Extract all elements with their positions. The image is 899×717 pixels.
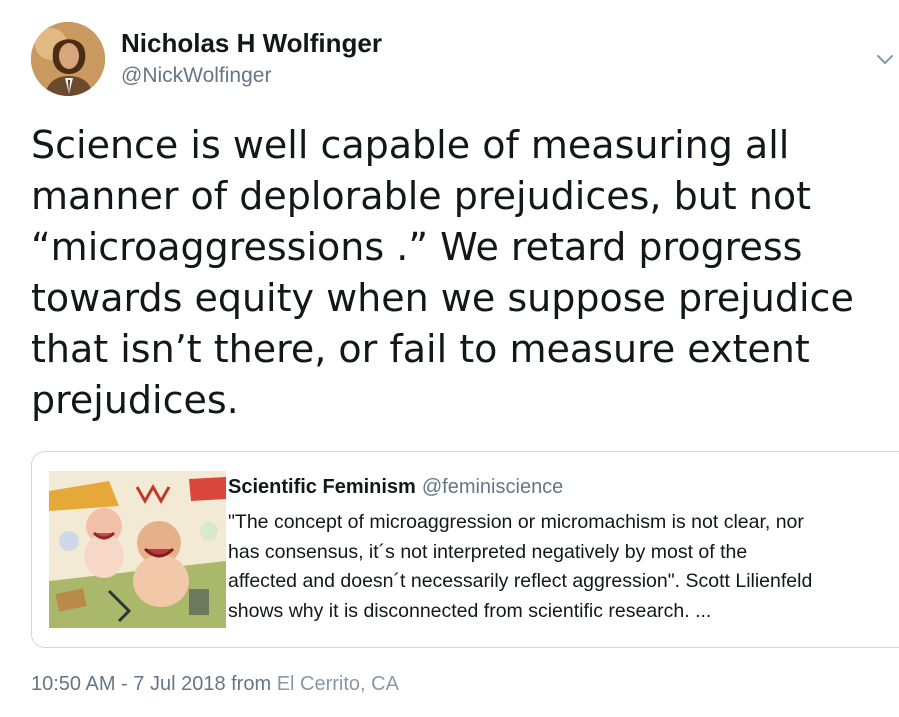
quoted-tweet-card[interactable]: Scientific Feminism @feminiscience "The c… bbox=[31, 451, 899, 648]
quoted-tweet-text: "The concept of microaggression or micro… bbox=[228, 511, 813, 622]
author-handle[interactable]: @NickWolfinger bbox=[121, 64, 271, 88]
user-avatar-icon bbox=[31, 22, 105, 96]
cartoon-thumbnail-icon bbox=[49, 471, 226, 628]
author-display-name[interactable]: Nicholas H Wolfinger bbox=[121, 28, 382, 59]
tweet-metadata: 10:50 AM - 7 Jul 2018 from El Cerrito, C… bbox=[31, 673, 399, 696]
tweet-location-link[interactable]: El Cerrito, CA bbox=[277, 673, 399, 695]
tweet-text: Science is well capable of measuring all… bbox=[31, 123, 854, 422]
avatar[interactable] bbox=[31, 22, 105, 96]
tweet-timestamp[interactable]: 10:50 AM - 7 Jul 2018 from bbox=[31, 673, 277, 695]
quoted-handle: @feminiscience bbox=[421, 476, 564, 498]
quoted-author: Scientific Feminism @feminiscience bbox=[228, 476, 563, 499]
quoted-display-name: Scientific Feminism bbox=[228, 476, 416, 498]
chevron-down-icon[interactable] bbox=[874, 48, 896, 70]
